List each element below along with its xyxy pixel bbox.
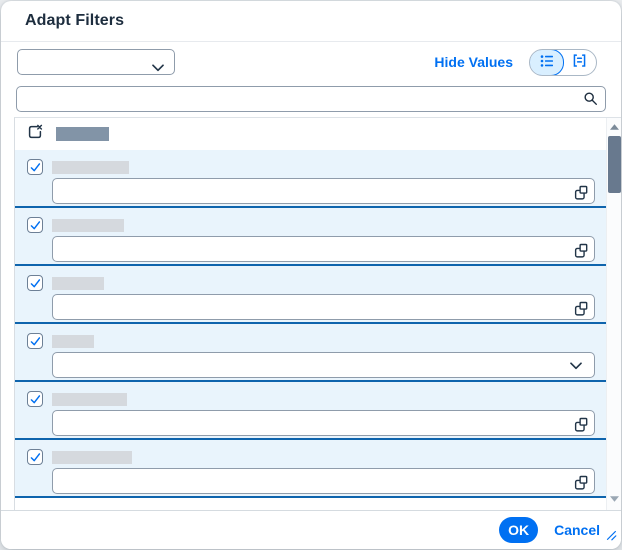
clear-filter-icon[interactable] bbox=[27, 124, 43, 145]
search-input[interactable] bbox=[16, 86, 606, 112]
filter-label-placeholder bbox=[52, 219, 124, 232]
filter-value-field[interactable] bbox=[52, 410, 595, 436]
chevron-down-icon bbox=[152, 59, 164, 77]
filter-label-placeholder bbox=[52, 393, 127, 406]
filter-value-field[interactable] bbox=[52, 236, 595, 262]
list-header-placeholder bbox=[56, 127, 109, 141]
dialog-header: Adapt Filters bbox=[1, 1, 621, 42]
list-view-button[interactable] bbox=[529, 49, 564, 76]
value-help-icon[interactable] bbox=[572, 184, 588, 200]
value-help-icon[interactable] bbox=[572, 474, 588, 490]
filter-list-panel bbox=[14, 117, 621, 510]
view-toggle-group bbox=[529, 49, 597, 76]
filter-label-placeholder bbox=[52, 451, 132, 464]
row-checkbox[interactable] bbox=[27, 449, 43, 465]
list-header bbox=[15, 118, 621, 150]
group-view-button[interactable] bbox=[563, 50, 596, 75]
filter-value-field[interactable] bbox=[52, 468, 595, 494]
row-checkbox[interactable] bbox=[27, 159, 43, 175]
row-checkbox[interactable] bbox=[27, 217, 43, 233]
filter-row bbox=[15, 150, 606, 208]
view-select-combobox[interactable] bbox=[17, 49, 175, 75]
chevron-down-icon[interactable] bbox=[568, 362, 584, 370]
adapt-filters-dialog: Adapt Filters Hide Values bbox=[1, 1, 621, 549]
grouped-list-icon bbox=[572, 53, 587, 71]
scroll-up-arrow[interactable] bbox=[609, 124, 620, 134]
filter-row bbox=[15, 440, 606, 498]
value-help-icon[interactable] bbox=[572, 416, 588, 432]
bulleted-list-icon bbox=[539, 53, 555, 72]
scrollbar-thumb[interactable] bbox=[608, 136, 621, 193]
checkmark-icon bbox=[29, 219, 42, 232]
search-row bbox=[1, 82, 621, 117]
hide-values-link[interactable]: Hide Values bbox=[434, 54, 513, 70]
scroll-down-arrow[interactable] bbox=[609, 496, 620, 506]
ok-button[interactable]: OK bbox=[499, 517, 538, 543]
scrollbar[interactable] bbox=[606, 118, 621, 510]
filter-value-select[interactable] bbox=[52, 352, 595, 378]
filter-value-field[interactable] bbox=[52, 294, 595, 320]
filter-rows bbox=[15, 150, 606, 510]
value-help-icon[interactable] bbox=[572, 300, 588, 316]
value-help-icon[interactable] bbox=[572, 242, 588, 258]
checkmark-icon bbox=[29, 161, 42, 174]
checkmark-icon bbox=[29, 335, 42, 348]
resize-grip-icon[interactable] bbox=[604, 528, 618, 547]
filter-row bbox=[15, 208, 606, 266]
filter-label-placeholder bbox=[52, 277, 104, 290]
checkmark-icon bbox=[29, 277, 42, 290]
filter-toolbar: Hide Values bbox=[1, 42, 621, 82]
row-checkbox[interactable] bbox=[27, 275, 43, 291]
filter-value-field[interactable] bbox=[52, 178, 595, 204]
row-checkbox[interactable] bbox=[27, 333, 43, 349]
filter-row bbox=[15, 324, 606, 382]
checkmark-icon bbox=[29, 393, 42, 406]
dialog-footer: OK Cancel bbox=[1, 510, 621, 549]
cancel-button[interactable]: Cancel bbox=[554, 522, 600, 538]
filter-label-placeholder bbox=[52, 335, 94, 348]
dialog-title: Adapt Filters bbox=[25, 12, 124, 30]
filter-row bbox=[15, 382, 606, 440]
filter-label-placeholder bbox=[52, 161, 129, 174]
checkmark-icon bbox=[29, 451, 42, 464]
search-icon[interactable] bbox=[583, 91, 598, 111]
filter-row bbox=[15, 266, 606, 324]
row-checkbox[interactable] bbox=[27, 391, 43, 407]
